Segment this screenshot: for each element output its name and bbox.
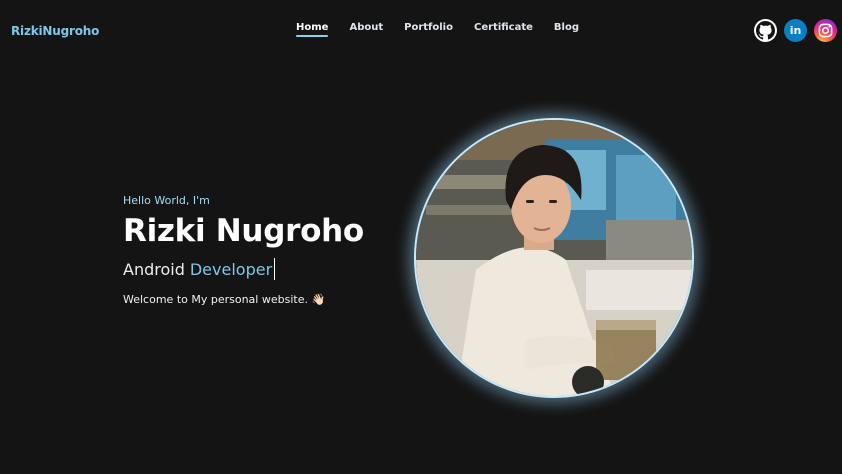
linkedin-icon[interactable]: in [784, 19, 807, 42]
role-prefix: Android [123, 259, 185, 279]
role-highlight: Developer [189, 259, 273, 279]
hero-section: Hello World, I'm Rizki Nugroho Android D… [123, 194, 364, 306]
nav-portfolio[interactable]: Portfolio [404, 22, 453, 37]
brand-logo[interactable]: RizkiNugroho [11, 24, 99, 38]
nav-links: Home About Portfolio Certificate Blog [296, 22, 600, 37]
typing-cursor [274, 258, 276, 280]
nav-certificate[interactable]: Certificate [474, 22, 533, 37]
hero-role: Android Developer [123, 258, 364, 280]
hero-name: Rizki Nugroho [123, 213, 364, 249]
nav-home[interactable]: Home [296, 22, 329, 37]
github-icon[interactable] [754, 19, 777, 42]
profile-photo-illustration [416, 120, 692, 396]
hero-welcome: Welcome to My personal website. 👋🏻 [123, 293, 326, 306]
profile-photo [414, 118, 694, 398]
social-links: in [754, 19, 837, 42]
navbar: RizkiNugroho Home About Portfolio Certif… [0, 0, 842, 62]
nav-blog[interactable]: Blog [554, 22, 579, 37]
hero-greeting: Hello World, I'm [123, 194, 210, 207]
instagram-icon[interactable] [814, 19, 837, 42]
nav-about[interactable]: About [349, 22, 383, 37]
